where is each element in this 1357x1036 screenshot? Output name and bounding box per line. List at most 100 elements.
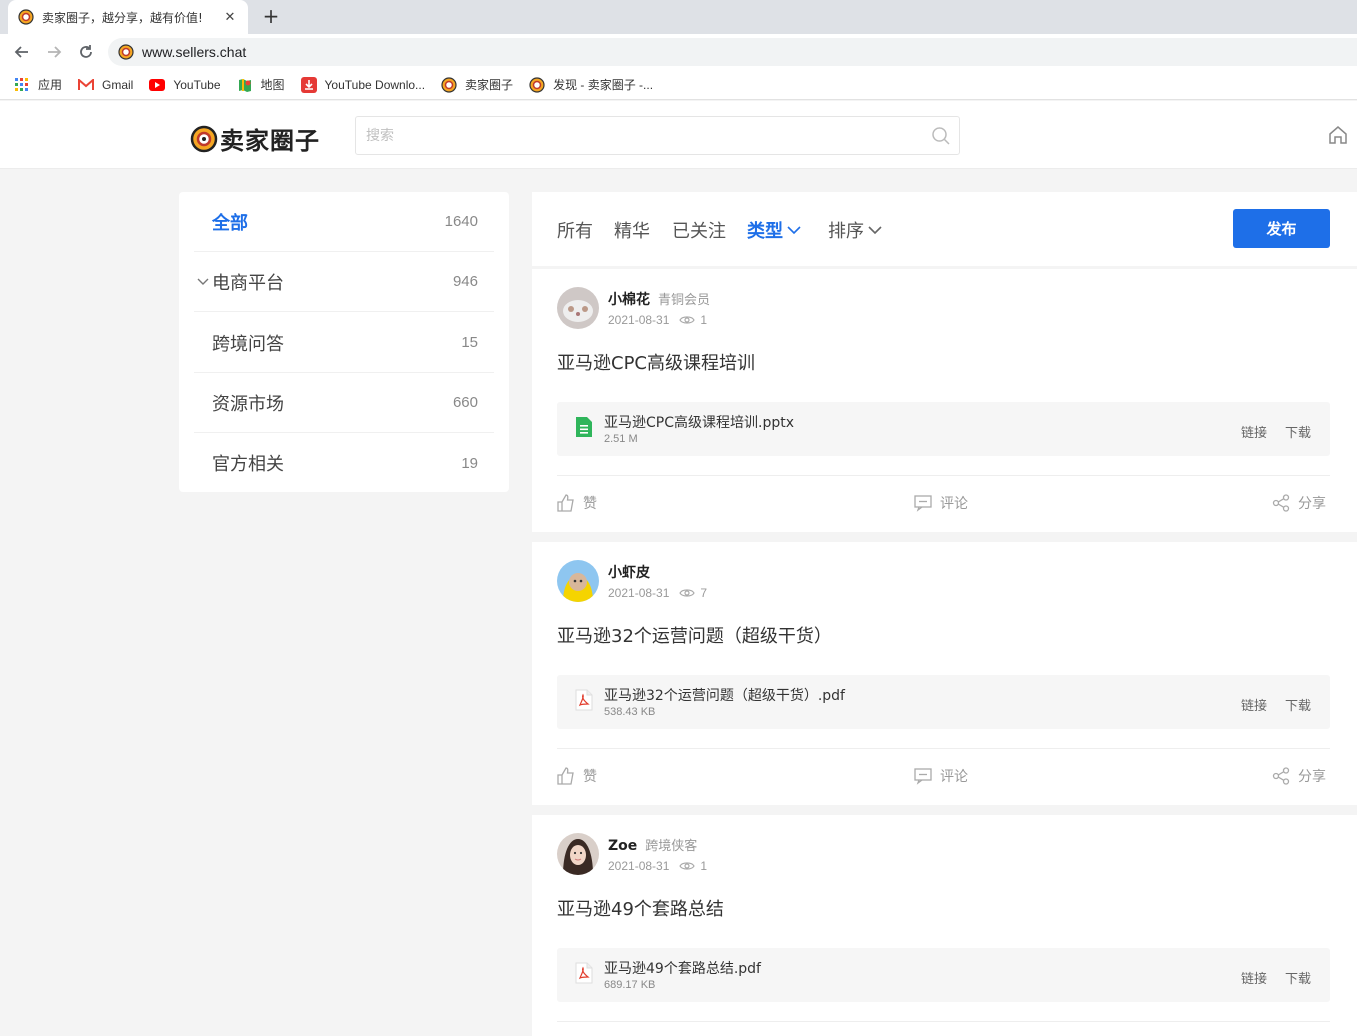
post-title[interactable]: 亚马逊32个运营问题（超级干货） [557, 622, 832, 648]
chevron-down-icon [787, 225, 801, 234]
avatar[interactable] [557, 833, 599, 875]
post-card: 小虾皮 2021-08-31 7 亚马逊32个运营问题（超级干货） 亚马逊32个… [532, 542, 1357, 805]
eye-icon [679, 315, 696, 325]
new-tab-button[interactable]: + [259, 4, 283, 28]
share-button[interactable]: 分享 [1272, 766, 1326, 786]
sidebar-item-count: 946 [452, 273, 478, 290]
sellers-logo-icon [529, 76, 545, 93]
pptx-file-icon [575, 416, 593, 442]
post-title[interactable]: 亚马逊49个套路总结 [557, 895, 724, 921]
author-name: 小虾皮 [608, 565, 650, 581]
post-meta: 2021-08-31 1 [608, 313, 707, 327]
avatar[interactable] [557, 560, 599, 602]
download-button[interactable]: 下载 [1285, 695, 1311, 714]
tab-featured[interactable]: 精华 [614, 217, 650, 243]
search-box [355, 116, 960, 155]
sidebar-item-all[interactable]: 全部 1640 [194, 192, 494, 252]
chevron-down-icon[interactable] [194, 278, 212, 286]
filter-bar: 所有 精华 已关注 类型 排序 发布 [532, 192, 1357, 266]
tab-sort-label: 排序 [828, 221, 864, 242]
author-name: 小棉花 [608, 292, 650, 308]
comment-button[interactable]: 评论 [914, 766, 968, 786]
tab-following[interactable]: 已关注 [672, 217, 726, 243]
search-input[interactable] [356, 117, 916, 154]
close-tab-icon[interactable]: ✕ [222, 10, 238, 25]
comment-label: 评论 [940, 496, 968, 512]
browser-toolbar: www.sellers.chat [0, 34, 1357, 70]
post-feed: 所有 精华 已关注 类型 排序 发布 小棉花 青铜会员 2021-08-31 1 … [532, 192, 1357, 1036]
youtube-icon [149, 77, 166, 93]
sidebar-item-label: 资源市场 [212, 393, 284, 415]
reload-icon[interactable] [74, 40, 98, 64]
bookmark-sellers[interactable]: 卖家圈子 [441, 76, 513, 93]
bookmark-maps[interactable]: 地图 [237, 76, 285, 93]
sidebar-item-label: 全部 [212, 212, 248, 234]
tab-all[interactable]: 所有 [557, 217, 593, 243]
post-title[interactable]: 亚马逊CPC高级课程培训 [557, 349, 755, 375]
site-header: 卖家圈子 [0, 101, 1357, 169]
file-size: 538.43 KB [604, 706, 656, 718]
bookmark-gmail[interactable]: Gmail [78, 77, 133, 93]
author-name: Zoe [608, 838, 638, 854]
attachment: 亚马逊32个运营问题（超级干货）.pdf 538.43 KB 链接 下载 [557, 675, 1330, 729]
sidebar-item-official[interactable]: 官方相关 19 [194, 433, 494, 493]
maps-icon [237, 77, 253, 93]
post-meta: 2021-08-31 7 [608, 586, 707, 600]
publish-button[interactable]: 发布 [1233, 209, 1330, 248]
bookmark-youtube-downloader[interactable]: YouTube Downlo... [300, 76, 425, 93]
comment-icon [914, 495, 932, 512]
post-author[interactable]: 小棉花 青铜会员 [608, 289, 710, 309]
link-button[interactable]: 链接 [1241, 695, 1267, 714]
post-meta: 2021-08-31 1 [608, 859, 707, 873]
download-button[interactable]: 下载 [1285, 968, 1311, 987]
thumbs-up-icon [557, 494, 574, 512]
sellers-logo-icon [441, 76, 457, 93]
gmail-icon [78, 77, 95, 93]
browser-tab-title: 卖家圈子，越分享，越有价值! [42, 10, 203, 25]
post-author[interactable]: 小虾皮 [608, 562, 658, 582]
file-name: 亚马逊CPC高级课程培训.pptx [604, 415, 794, 431]
download-button[interactable]: 下载 [1285, 422, 1311, 441]
sidebar-item-count: 660 [452, 394, 478, 411]
author-level: 青铜会员 [658, 293, 711, 308]
address-bar[interactable]: www.sellers.chat [108, 38, 1357, 66]
tab-type-dropdown[interactable]: 类型 [747, 217, 801, 243]
share-icon [1272, 767, 1290, 785]
link-button[interactable]: 链接 [1241, 968, 1267, 987]
forward-arrow-icon[interactable] [42, 40, 66, 64]
share-icon [1272, 494, 1290, 512]
browser-tab[interactable]: 卖家圈子，越分享，越有价值! ✕ [8, 0, 248, 34]
post-date: 2021-08-31 [608, 859, 670, 873]
share-button[interactable]: 分享 [1272, 493, 1326, 513]
bookmark-sellers-discover[interactable]: 发现 - 卖家圈子 -... [529, 76, 653, 93]
like-button[interactable]: 赞 [557, 493, 597, 513]
back-arrow-icon[interactable] [10, 40, 34, 64]
sidebar-item-cross-border-qa[interactable]: 跨境问答 15 [194, 313, 494, 373]
sidebar-item-count: 1640 [444, 213, 478, 230]
apps-grid-icon [14, 77, 30, 93]
post-author[interactable]: Zoe 跨境侠客 [608, 835, 697, 854]
bookmark-label: 地图 [260, 78, 285, 92]
home-icon[interactable] [1328, 125, 1348, 149]
url-text: www.sellers.chat [142, 44, 247, 60]
bookmark-youtube[interactable]: YouTube [149, 77, 221, 93]
like-label: 赞 [583, 496, 597, 512]
post-card: Zoe 跨境侠客 2021-08-31 1 亚马逊49个套路总结 亚马逊49个套路… [532, 815, 1357, 1036]
sidebar-item-count: 19 [461, 454, 478, 472]
sidebar-item-resource-market[interactable]: 资源市场 660 [194, 373, 494, 433]
divider [557, 1021, 1330, 1022]
site-logo[interactable]: 卖家圈子 [190, 121, 320, 156]
link-button[interactable]: 链接 [1241, 422, 1267, 441]
view-count: 1 [700, 313, 708, 327]
bookmark-apps[interactable]: 应用 [14, 76, 62, 93]
thumbs-up-icon [557, 767, 574, 785]
avatar[interactable] [557, 287, 599, 329]
like-button[interactable]: 赞 [557, 766, 597, 786]
sidebar-item-label: 跨境问答 [212, 333, 284, 355]
browser-tab-strip: 卖家圈子，越分享，越有价值! ✕ + [0, 0, 1357, 34]
comment-button[interactable]: 评论 [914, 493, 968, 513]
sidebar-item-ecommerce-platforms[interactable]: 电商平台 946 [194, 252, 494, 312]
eye-icon [679, 588, 696, 598]
search-icon[interactable] [931, 126, 951, 150]
tab-sort-dropdown[interactable]: 排序 [828, 217, 882, 243]
